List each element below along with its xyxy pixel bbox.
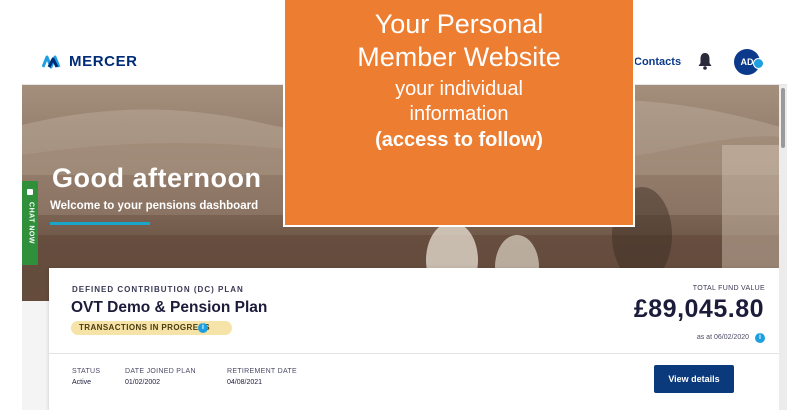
callout-subtitle-line2: information [409,103,509,125]
mercer-logo[interactable]: MERCER [42,53,138,70]
date-joined-value: 01/02/2002 [125,379,161,386]
total-fund-label: TOTAL FUND VALUE [692,285,765,292]
view-details-button[interactable]: View details [654,365,734,393]
status-label: STATUS [72,368,101,375]
retirement-date-label: RETIREMENT DATE [227,368,297,375]
mercer-logo-icon [42,55,61,68]
nav-link-contacts[interactable]: Contacts [634,56,681,68]
brand-name: MERCER [69,53,138,70]
callout-title-line2: Member Website [357,42,561,72]
callout-title-line1: Your Personal [374,9,544,39]
value-date: as at 06/02/2020 [696,334,749,341]
chat-icon [27,189,33,195]
plan-name: OVT Demo & Pension Plan [71,299,268,316]
member-website-callout: Your Personal Member Website your indivi… [283,0,635,227]
chevron-down-icon[interactable] [753,58,764,69]
scrollbar-thumb[interactable] [781,88,785,148]
heading-underline [50,222,150,225]
welcome-subtitle: Welcome to your pensions dashboard [50,200,259,212]
callout-note: (access to follow) [375,129,543,151]
card-divider [49,353,785,354]
bell-icon[interactable] [697,52,713,70]
callout-subtitle-line1: your individual [395,78,523,100]
status-value: Active [72,379,92,386]
retirement-date-value: 04/08/2021 [227,379,263,386]
greeting-heading: Good afternoon [52,163,262,193]
total-fund-value: £89,045.80 [633,295,764,323]
info-icon[interactable]: i [755,333,765,343]
plan-type-label: DEFINED CONTRIBUTION (DC) PLAN [72,285,244,294]
chat-now-label[interactable]: CHAT NOW [28,202,35,244]
info-icon[interactable]: i [198,323,208,333]
date-joined-label: DATE JOINED PLAN [125,368,196,375]
plan-summary-card: DEFINED CONTRIBUTION (DC) PLAN OVT Demo … [49,268,785,410]
